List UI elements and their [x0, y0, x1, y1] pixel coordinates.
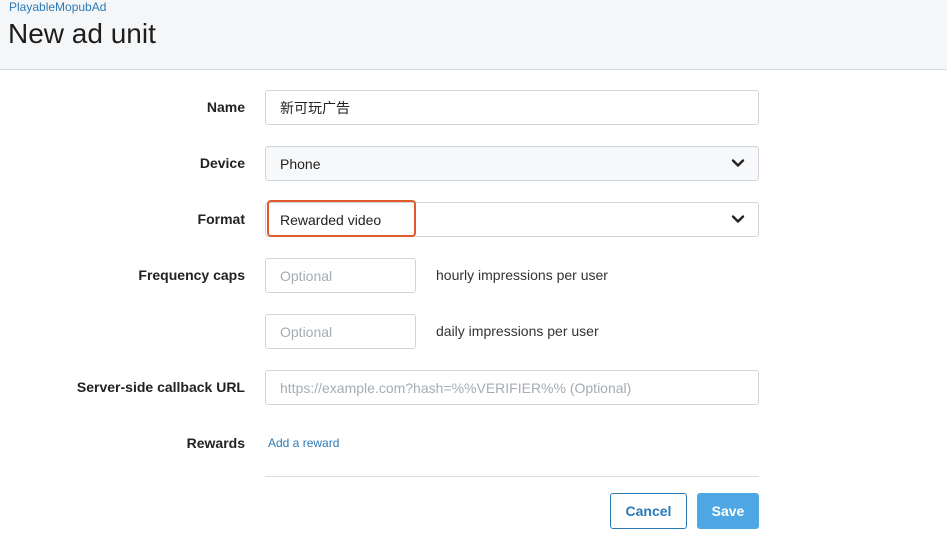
callback-url-input[interactable] [280, 379, 758, 396]
format-label: Format [197, 211, 245, 227]
hourly-cap-suffix: hourly impressions per user [436, 267, 608, 283]
hourly-cap-input[interactable] [280, 267, 415, 284]
add-reward-link[interactable]: Add a reward [268, 436, 339, 450]
breadcrumb-link[interactable]: PlayableMopubAd [9, 0, 106, 14]
callback-url-field[interactable] [265, 370, 759, 405]
rewards-label: Rewards [186, 435, 245, 451]
page-header: PlayableMopubAd New ad unit [0, 0, 947, 70]
hourly-cap-field[interactable] [265, 258, 416, 293]
page-title: New ad unit [8, 18, 156, 49]
daily-cap-field[interactable] [265, 314, 416, 349]
device-label: Device [199, 155, 245, 171]
save-button[interactable]: Save [697, 493, 759, 529]
device-select[interactable]: Phone [265, 146, 759, 181]
name-label: Name [206, 99, 245, 115]
name-field[interactable] [265, 90, 759, 125]
frequency-caps-label: Frequency caps [138, 267, 245, 283]
chevron-down-icon [731, 215, 745, 223]
chevron-down-icon [731, 159, 745, 167]
daily-cap-suffix: daily impressions per user [436, 323, 599, 339]
daily-cap-input[interactable] [280, 323, 415, 340]
cancel-button[interactable]: Cancel [610, 493, 687, 529]
callback-url-label: Server-side callback URL [76, 379, 245, 395]
form-divider [265, 476, 759, 477]
name-input[interactable] [280, 99, 758, 116]
device-selected-value: Phone [280, 155, 321, 172]
highlight-box [267, 200, 416, 237]
